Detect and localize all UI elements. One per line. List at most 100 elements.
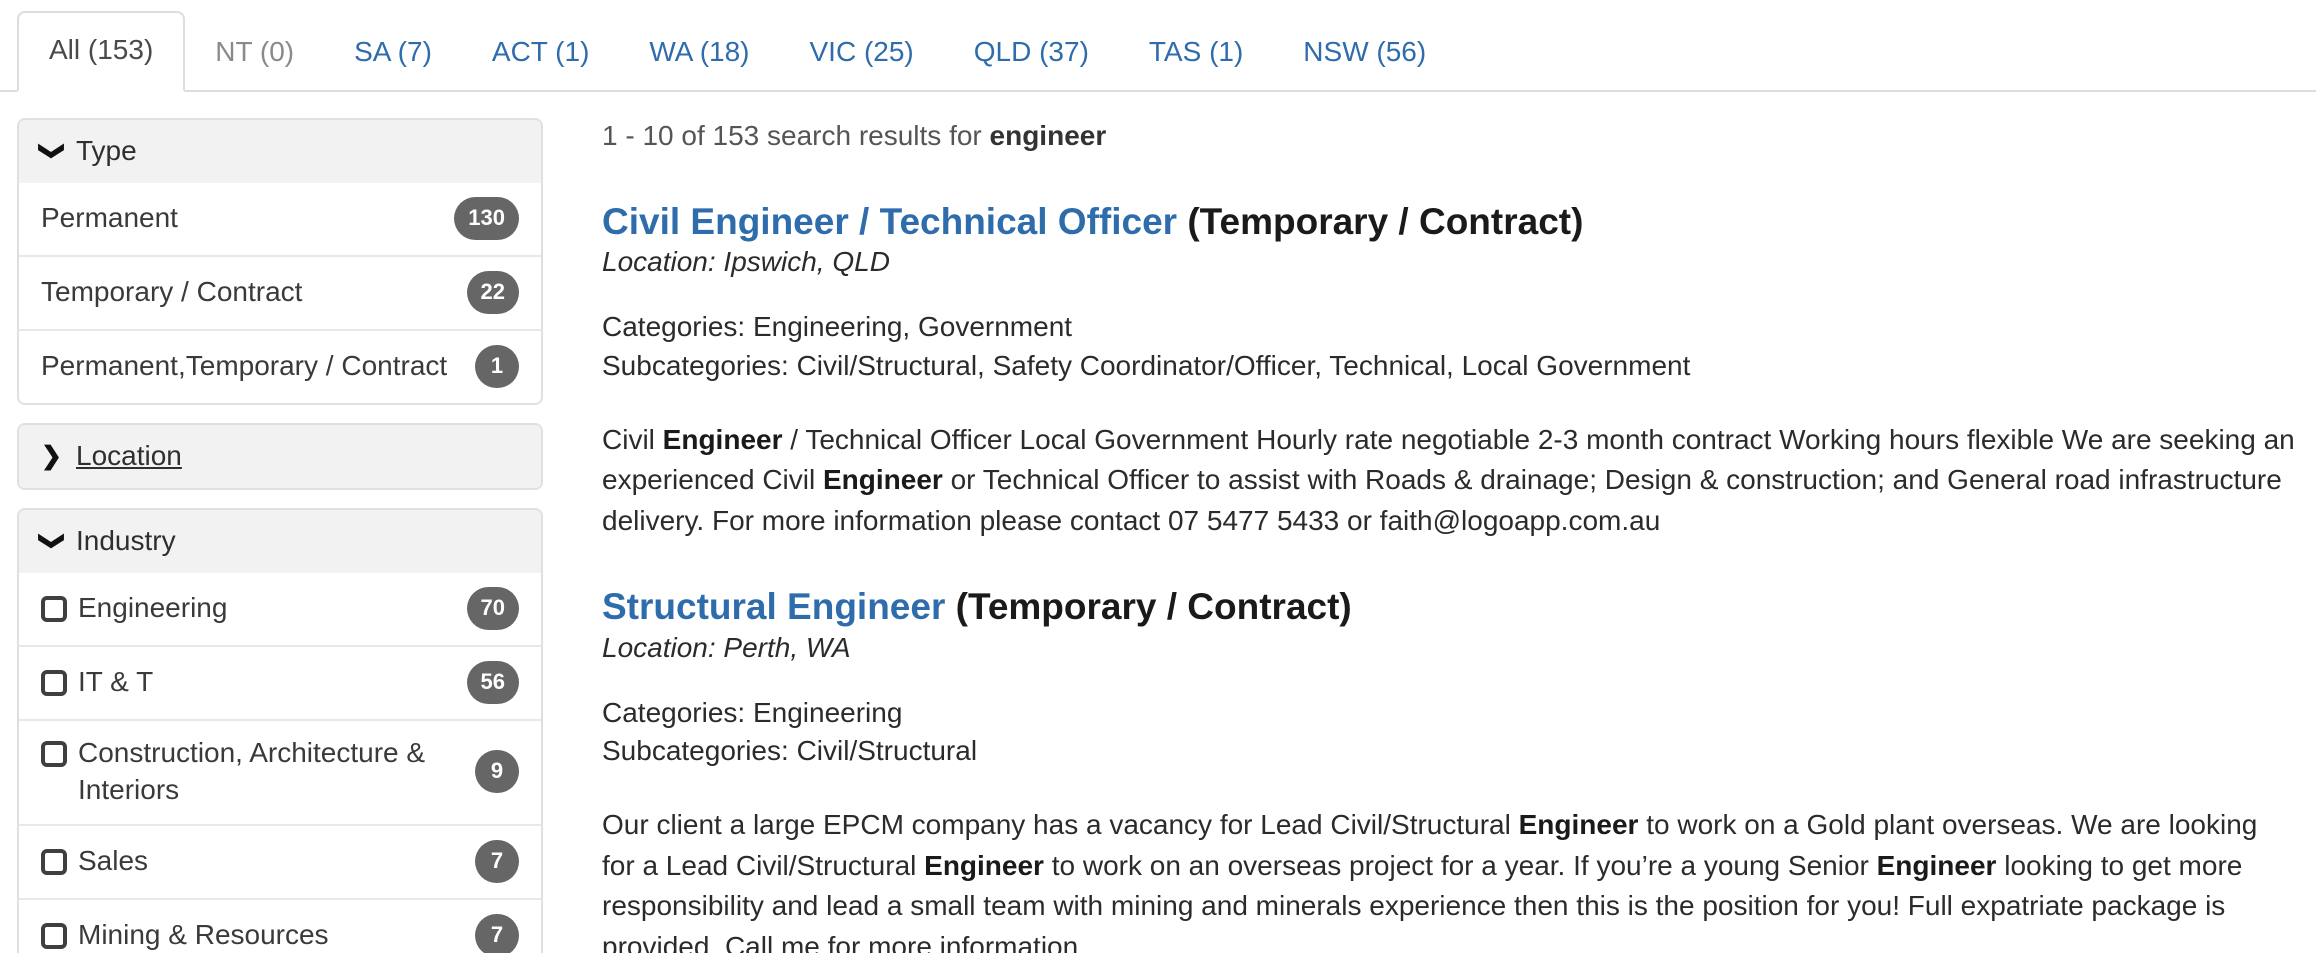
facet-label-wrap: Sales (41, 843, 461, 880)
job-results-list: Civil Engineer / Technical Officer (Temp… (602, 200, 2296, 953)
job-title: Civil Engineer / Technical Officer (Temp… (602, 200, 2296, 244)
job-categories: Categories: Engineering, Government (602, 308, 2296, 347)
tab-qld[interactable]: QLD (37) (944, 13, 1119, 92)
state-tabs-bar: All (153)NT (0)SA (7)ACT (1)WA (18)VIC (… (0, 0, 2316, 92)
job-subcategories: Subcategories: Civil/Structural (602, 732, 2296, 771)
facet-label-wrap: Permanent,Temporary / Contract (41, 348, 461, 385)
facet-label-wrap: Permanent (41, 200, 440, 237)
facet-row[interactable]: Permanent 130 (19, 183, 541, 255)
facet-title-location[interactable]: Location (76, 440, 182, 472)
facet-row[interactable]: Temporary / Contract 22 (19, 255, 541, 329)
job-location: Location: Ipswich, QLD (602, 246, 2296, 278)
job-title-post: / Technical Officer (849, 201, 1177, 242)
job-result: Structural Engineer (Temporary / Contrac… (602, 585, 2296, 953)
facet-count-badge: 70 (467, 587, 519, 630)
search-results-area: 1 - 10 of 153 search results for enginee… (543, 92, 2316, 953)
job-description-highlight: Engineer (663, 424, 783, 455)
facet-label-wrap: IT & T (41, 664, 453, 701)
job-description: Our client a large EPCM company has a va… (602, 805, 2296, 953)
tab-nt: NT (0) (185, 13, 324, 92)
job-title-pre: Structural (602, 586, 787, 627)
facet-count-badge: 130 (454, 197, 519, 240)
job-title-highlight: Engineer (787, 586, 945, 627)
job-categories-block: Categories: EngineeringSubcategories: Ci… (602, 694, 2296, 771)
facet-row[interactable]: Construction, Architecture & Interiors 9 (19, 719, 541, 824)
facet-label: IT & T (78, 664, 153, 701)
job-title-highlight: Engineer (690, 201, 848, 242)
facet-count-badge: 7 (475, 914, 519, 953)
facet-header-location[interactable]: ❯ Location (19, 425, 541, 488)
facet-count-badge: 9 (475, 750, 519, 793)
job-description-text: Civil (602, 424, 663, 455)
job-description-highlight: Engineer (1519, 809, 1639, 840)
job-categories-block: Categories: Engineering, GovernmentSubca… (602, 308, 2296, 385)
facet-label: Engineering (78, 590, 227, 627)
facet-label: Mining & Resources (78, 917, 329, 953)
facet-label: Sales (78, 843, 148, 880)
facet-header-type[interactable]: ❯ Type (19, 120, 541, 183)
tab-tas[interactable]: TAS (1) (1119, 13, 1273, 92)
facet-row[interactable]: IT & T 56 (19, 645, 541, 719)
checkbox-unchecked-icon[interactable] (41, 849, 67, 875)
job-employment-type: (Temporary / Contract) (1177, 201, 1583, 242)
tab-act[interactable]: ACT (1) (462, 13, 620, 92)
facet-panel-location: ❯ Location (17, 423, 543, 490)
facet-label: Construction, Architecture & Interiors (78, 735, 461, 809)
facet-panel-type: ❯ Type Permanent 130 Temporary / Contract 2… (17, 118, 543, 405)
checkbox-unchecked-icon[interactable] (41, 923, 67, 949)
facet-panel-industry: ❯ Industry Engineering70IT & T56Construc… (17, 508, 543, 953)
results-summary: 1 - 10 of 153 search results for enginee… (602, 120, 2296, 152)
filters-sidebar: ❯ Type Permanent 130 Temporary / Contract 2… (0, 92, 543, 953)
facet-label-wrap: Mining & Resources (41, 917, 461, 953)
tab-vic[interactable]: VIC (25) (780, 13, 944, 92)
facet-list-industry: Engineering70IT & T56Construction, Archi… (19, 573, 541, 953)
job-categories: Categories: Engineering (602, 694, 2296, 733)
facet-label-wrap: Temporary / Contract (41, 274, 453, 311)
facet-row[interactable]: Sales 7 (19, 824, 541, 898)
facet-row[interactable]: Permanent,Temporary / Contract 1 (19, 329, 541, 403)
facet-count-badge: 7 (475, 840, 519, 883)
job-description-text: Our client a large EPCM company has a va… (602, 809, 1519, 840)
facet-label: Temporary / Contract (41, 274, 302, 311)
checkbox-unchecked-icon[interactable] (41, 741, 67, 767)
tab-sa[interactable]: SA (7) (324, 13, 462, 92)
facet-title-industry: Industry (76, 525, 176, 557)
tab-all[interactable]: All (153) (17, 11, 185, 92)
job-employment-type: (Temporary / Contract) (945, 586, 1351, 627)
facet-label-wrap: Construction, Architecture & Interiors (41, 735, 461, 809)
tabs-bottom-divider (0, 90, 2316, 92)
job-result: Civil Engineer / Technical Officer (Temp… (602, 200, 2296, 541)
facet-row[interactable]: Mining & Resources 7 (19, 898, 541, 953)
job-title-link[interactable]: Structural Engineer (602, 586, 945, 627)
results-summary-term: engineer (990, 120, 1107, 151)
results-summary-prefix: 1 - 10 of 153 search results for (602, 120, 990, 151)
job-description: Civil Engineer / Technical Officer Local… (602, 420, 2296, 542)
job-location: Location: Perth, WA (602, 632, 2296, 664)
job-description-text: to work on an overseas project for a yea… (1044, 850, 1877, 881)
facet-list-type: Permanent 130 Temporary / Contract 22 Perman… (19, 183, 541, 403)
job-subcategories: Subcategories: Civil/Structural, Safety … (602, 347, 2296, 386)
job-title: Structural Engineer (Temporary / Contrac… (602, 585, 2296, 629)
job-description-highlight: Engineer (823, 464, 943, 495)
facet-count-badge: 1 (475, 345, 519, 388)
tab-nsw[interactable]: NSW (56) (1273, 13, 1456, 92)
job-title-pre: Civil (602, 201, 690, 242)
chevron-right-icon: ❯ (41, 444, 63, 469)
facet-header-industry[interactable]: ❯ Industry (19, 510, 541, 573)
facet-label: Permanent,Temporary / Contract (41, 348, 447, 385)
chevron-down-icon: ❯ (40, 140, 65, 162)
checkbox-unchecked-icon[interactable] (41, 670, 67, 696)
page-body: ❯ Type Permanent 130 Temporary / Contract 2… (0, 92, 2316, 953)
tab-wa[interactable]: WA (18) (619, 13, 779, 92)
state-tabs: All (153)NT (0)SA (7)ACT (1)WA (18)VIC (… (17, 0, 2316, 92)
job-title-link[interactable]: Civil Engineer / Technical Officer (602, 201, 1177, 242)
checkbox-unchecked-icon[interactable] (41, 596, 67, 622)
facet-count-badge: 22 (467, 271, 519, 314)
job-description-highlight: Engineer (1877, 850, 1997, 881)
chevron-down-icon: ❯ (40, 530, 65, 552)
facet-title-type: Type (76, 135, 137, 167)
facet-count-badge: 56 (467, 661, 519, 704)
facet-row[interactable]: Engineering 70 (19, 573, 541, 645)
facet-label: Permanent (41, 200, 178, 237)
facet-label-wrap: Engineering (41, 590, 453, 627)
